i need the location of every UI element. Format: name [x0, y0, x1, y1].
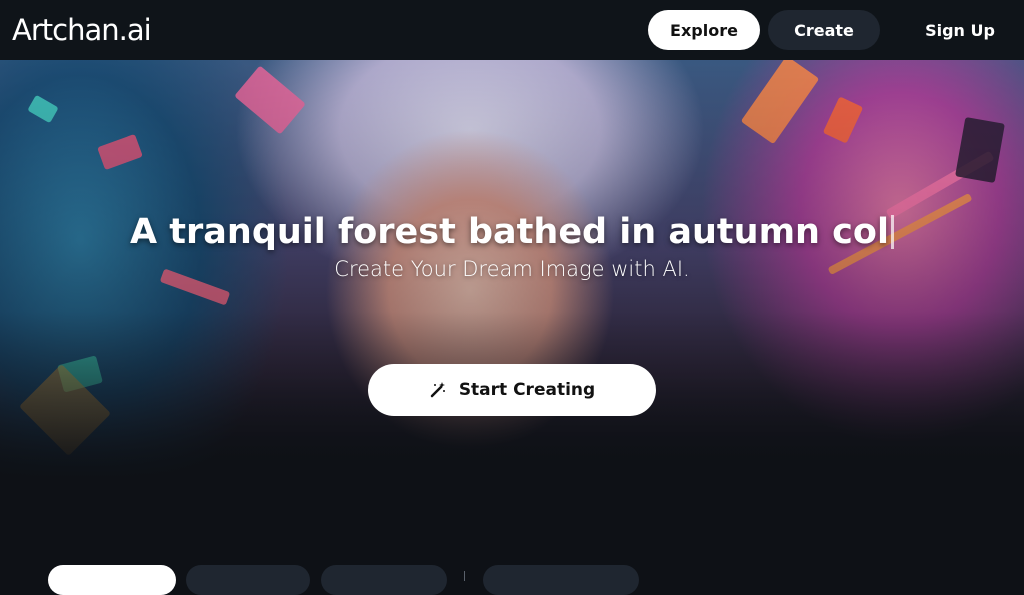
create-button[interactable]: Create [768, 10, 880, 50]
start-creating-button[interactable]: Start Creating [368, 364, 656, 416]
magic-wand-icon [429, 381, 447, 399]
filter-tab-active[interactable] [48, 565, 176, 595]
site-logo[interactable]: Artchan.ai [12, 12, 152, 48]
top-navigation-bar: Artchan.ai Explore Create Sign Up [0, 0, 1024, 60]
typing-cursor [890, 215, 894, 249]
filter-tab[interactable] [483, 565, 639, 595]
explore-button[interactable]: Explore [648, 10, 760, 50]
hero-typing-headline: A tranquil forest bathed in autumn col [0, 212, 1024, 252]
headline-text: A tranquil forest bathed in autumn col [130, 212, 889, 252]
start-creating-label: Start Creating [458, 380, 596, 400]
sign-up-button[interactable]: Sign Up [910, 10, 1010, 50]
filter-tab[interactable] [321, 565, 447, 595]
hero-banner: A tranquil forest bathed in autumn col C… [0, 60, 1024, 480]
hero-subtitle: Create Your Dream Image with AI. [334, 257, 690, 281]
filter-tab[interactable] [186, 565, 310, 595]
tab-divider [464, 571, 465, 581]
